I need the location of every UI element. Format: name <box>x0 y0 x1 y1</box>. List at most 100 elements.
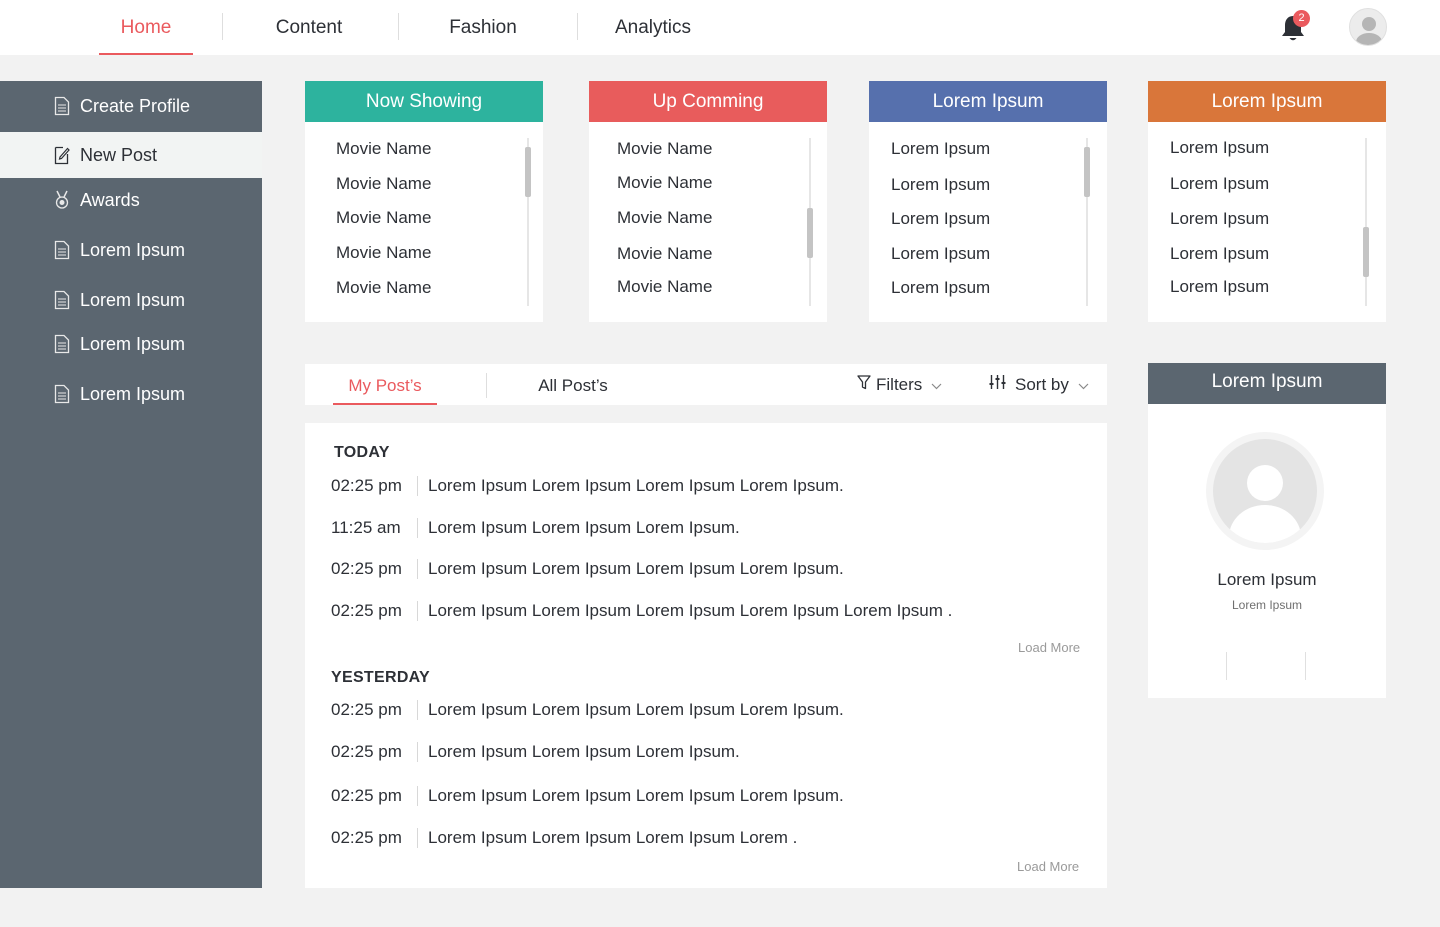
tab-home[interactable]: Home <box>99 0 193 55</box>
user-avatar-icon[interactable] <box>1349 8 1387 46</box>
post-time: 02:25 pm <box>331 559 402 578</box>
profile-card: Lorem Ipsum Lorem Ipsum Lorem Ipsum <box>1148 363 1386 698</box>
list-item[interactable]: Movie Name <box>336 174 431 194</box>
nav-divider <box>398 13 399 40</box>
card-header: Lorem Ipsum <box>869 81 1107 122</box>
profile-divider <box>1226 652 1227 680</box>
sidebar-item-lorem-3[interactable]: Lorem Ipsum <box>0 321 262 367</box>
tab-divider <box>486 373 487 398</box>
post-row[interactable]: 02:25 pm Lorem Ipsum Lorem Ipsum Lorem I… <box>331 559 844 579</box>
tab-my-posts[interactable]: My Post’s <box>333 364 437 405</box>
scrollbar-thumb[interactable] <box>525 147 531 197</box>
post-text: Lorem Ipsum Lorem Ipsum Lorem Ipsum. <box>428 742 740 761</box>
post-divider <box>417 559 418 579</box>
scrollbar-thumb[interactable] <box>1363 227 1369 277</box>
tab-analytics[interactable]: Analytics <box>600 0 706 55</box>
load-more-link[interactable]: Load More <box>1018 640 1080 655</box>
list-item[interactable]: Movie Name <box>617 139 712 159</box>
post-time: 02:25 pm <box>331 742 402 761</box>
lorem-ipsum-card-orange: Lorem Ipsum Lorem Ipsum Lorem Ipsum Lore… <box>1148 81 1386 322</box>
document-icon <box>54 334 70 354</box>
load-more-link[interactable]: Load More <box>1017 859 1079 874</box>
profile-divider <box>1305 652 1306 680</box>
list-item[interactable]: Movie Name <box>336 208 431 228</box>
filter-icon <box>857 374 876 395</box>
post-text: Lorem Ipsum Lorem Ipsum Lorem Ipsum Lore… <box>428 559 844 578</box>
post-divider <box>417 476 418 496</box>
user-avatar-icon[interactable] <box>1206 432 1324 550</box>
tab-all-posts[interactable]: All Post’s <box>526 364 620 405</box>
section-heading-today: TODAY <box>334 444 390 461</box>
post-row[interactable]: 02:25 pm Lorem Ipsum Lorem Ipsum Lorem I… <box>331 786 844 806</box>
scrollbar-thumb[interactable] <box>1084 147 1090 197</box>
tab-fashion[interactable]: Fashion <box>432 0 534 55</box>
list-item[interactable]: Lorem Ipsum <box>1170 244 1269 264</box>
post-text: Lorem Ipsum Lorem Ipsum Lorem Ipsum Lore… <box>428 476 844 495</box>
sidebar-item-awards[interactable]: Awards <box>0 177 262 223</box>
list-item[interactable]: Lorem Ipsum <box>891 175 990 195</box>
sidebar-item-label: Lorem Ipsum <box>80 289 186 310</box>
list-item[interactable]: Movie Name <box>336 243 431 263</box>
list-item[interactable]: Lorem Ipsum <box>1170 209 1269 229</box>
list-item[interactable]: Movie Name <box>336 139 431 159</box>
post-row[interactable]: 02:25 pm Lorem Ipsum Lorem Ipsum Lorem I… <box>331 476 844 496</box>
list-item[interactable]: Lorem Ipsum <box>891 139 990 159</box>
medal-icon <box>54 190 70 210</box>
tab-content[interactable]: Content <box>255 0 363 55</box>
list-item[interactable]: Lorem Ipsum <box>891 244 990 264</box>
list-item[interactable]: Movie Name <box>617 244 712 264</box>
card-header: Up Comming <box>589 81 827 122</box>
scrollbar-thumb[interactable] <box>807 208 813 258</box>
list-item[interactable]: Movie Name <box>617 208 712 228</box>
lorem-ipsum-card-blue: Lorem Ipsum Lorem Ipsum Lorem Ipsum Lore… <box>869 81 1107 322</box>
post-row[interactable]: 11:25 am Lorem Ipsum Lorem Ipsum Lorem I… <box>331 518 740 538</box>
profile-card-header: Lorem Ipsum <box>1148 363 1386 404</box>
post-row[interactable]: 02:25 pm Lorem Ipsum Lorem Ipsum Lorem I… <box>331 700 844 720</box>
list-item[interactable]: Lorem Ipsum <box>891 278 990 298</box>
sidebar-item-lorem-2[interactable]: Lorem Ipsum <box>0 277 262 323</box>
list-item[interactable]: Movie Name <box>617 277 712 297</box>
filters-dropdown[interactable]: Filters <box>857 364 947 405</box>
document-icon <box>54 290 70 310</box>
post-divider <box>417 828 418 848</box>
list-item[interactable]: Movie Name <box>336 278 431 298</box>
list-item[interactable]: Lorem Ipsum <box>1170 277 1269 297</box>
card-header: Now Showing <box>305 81 543 122</box>
post-row[interactable]: 02:25 pm Lorem Ipsum Lorem Ipsum Lorem I… <box>331 742 740 762</box>
profile-subtitle: Lorem Ipsum <box>1231 598 1303 612</box>
sort-by-label: Sort by <box>1015 374 1069 394</box>
section-heading-yesterday: YESTERDAY <box>331 669 431 686</box>
post-text: Lorem Ipsum Lorem Ipsum Lorem Ipsum Lore… <box>428 786 844 805</box>
edit-icon <box>54 145 70 165</box>
post-row[interactable]: 02:25 pm Lorem Ipsum Lorem Ipsum Lorem I… <box>331 601 952 621</box>
post-time: 02:25 pm <box>331 601 402 620</box>
post-time: 02:25 pm <box>331 786 402 805</box>
sidebar-item-lorem-4[interactable]: Lorem Ipsum <box>0 371 262 417</box>
post-row[interactable]: 02:25 pm Lorem Ipsum Lorem Ipsum Lorem I… <box>331 828 797 848</box>
sidebar-item-label: New Post <box>80 144 158 165</box>
post-time: 02:25 pm <box>331 476 402 495</box>
sidebar-item-lorem-1[interactable]: Lorem Ipsum <box>0 227 262 273</box>
post-divider <box>417 786 418 806</box>
post-text: Lorem Ipsum Lorem Ipsum Lorem Ipsum Lore… <box>428 828 798 847</box>
nav-divider <box>222 13 223 40</box>
profile-name: Lorem Ipsum <box>1217 570 1317 589</box>
document-icon <box>54 96 70 116</box>
post-text: Lorem Ipsum Lorem Ipsum Lorem Ipsum. <box>428 518 740 537</box>
list-item[interactable]: Lorem Ipsum <box>1170 174 1269 194</box>
chevron-down-icon <box>931 375 947 395</box>
list-item[interactable]: Movie Name <box>617 173 712 193</box>
chevron-down-icon <box>1078 375 1094 395</box>
sidebar-item-label: Lorem Ipsum <box>80 333 186 354</box>
list-item[interactable]: Lorem Ipsum <box>1170 138 1269 158</box>
sidebar-item-new-post[interactable]: New Post <box>0 132 262 178</box>
post-text: Lorem Ipsum Lorem Ipsum Lorem Ipsum Lore… <box>428 601 953 620</box>
list-item[interactable]: Lorem Ipsum <box>891 209 990 229</box>
post-divider <box>417 601 418 621</box>
sidebar-item-create-profile[interactable]: Create Profile <box>0 83 262 129</box>
sidebar-item-label: Lorem Ipsum <box>80 383 186 404</box>
post-divider <box>417 742 418 762</box>
scrollbar-track <box>1365 138 1367 306</box>
sort-by-dropdown[interactable]: Sort by <box>989 364 1094 405</box>
notification-badge: 2 <box>1293 10 1310 27</box>
